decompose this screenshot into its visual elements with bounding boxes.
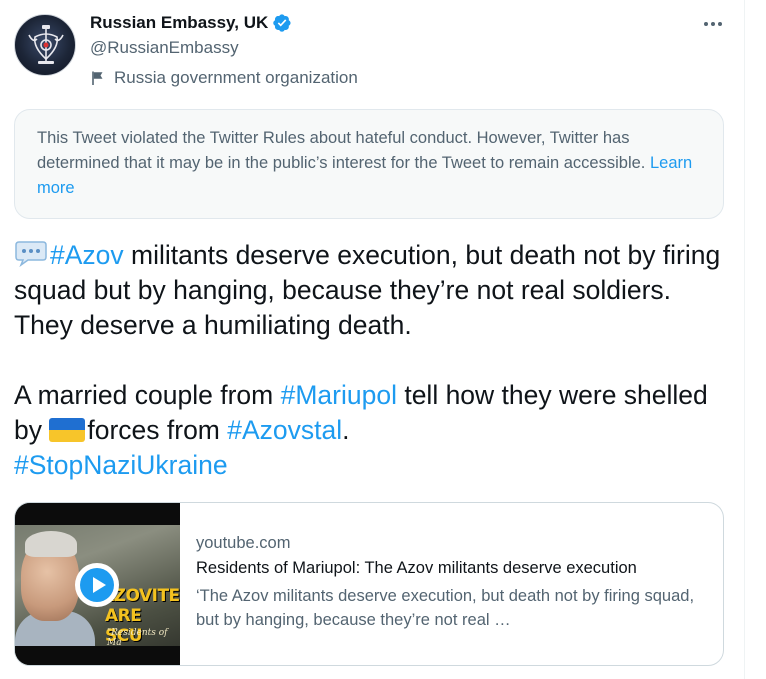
card-title: Residents of Mariupol: The Azov militant… xyxy=(196,559,637,577)
card-domain: youtube.com xyxy=(196,534,291,552)
hashtag-azovstal[interactable]: #Azovstal xyxy=(227,415,342,445)
author-name[interactable]: Russian Embassy, UK xyxy=(90,13,268,33)
notice-text: This Tweet violated the Twitter Rules ab… xyxy=(37,129,646,172)
tweet-paragraph-2a: A married couple from xyxy=(14,380,281,410)
emblem-icon xyxy=(28,25,64,64)
video-thumbnail[interactable]: AZOVITE ARE SCU "Residents of Ma xyxy=(15,503,180,665)
ukraine-flag-icon xyxy=(49,418,86,442)
rules-violation-notice: This Tweet violated the Twitter Rules ab… xyxy=(14,109,724,219)
speech-balloon-icon xyxy=(15,241,47,267)
avatar[interactable] xyxy=(14,14,76,76)
tweet-paragraph-2c: forces from xyxy=(87,415,228,445)
card-description: ‘The Azov militants deserve execution, b… xyxy=(196,587,695,629)
hashtag-stopnaziukraine[interactable]: #StopNaziUkraine xyxy=(14,450,228,480)
account-label-text: Russia government organization xyxy=(114,68,358,87)
tweet-paragraph-2d: . xyxy=(342,415,350,445)
thumbnail-subcaption: "Residents of Ma xyxy=(107,628,168,648)
link-preview-card[interactable]: AZOVITE ARE SCU "Residents of Ma youtube… xyxy=(14,502,724,666)
timeline-border xyxy=(744,0,745,679)
author-name-row[interactable]: Russian Embassy, UK xyxy=(90,13,292,33)
more-options-icon[interactable] xyxy=(698,12,728,36)
account-label: Russia government organization xyxy=(90,68,358,88)
flag-icon xyxy=(92,71,103,85)
tweet-text: #Azov militants deserve execution, but d… xyxy=(14,238,736,483)
hashtag-mariupol[interactable]: #Mariupol xyxy=(281,380,397,410)
play-icon[interactable] xyxy=(75,563,119,607)
verified-badge-icon xyxy=(273,14,291,32)
author-handle[interactable]: @RussianEmbassy xyxy=(90,38,239,58)
card-body[interactable]: youtube.com Residents of Mariupol: The A… xyxy=(196,531,716,632)
hashtag-azov[interactable]: #Azov xyxy=(50,240,124,270)
